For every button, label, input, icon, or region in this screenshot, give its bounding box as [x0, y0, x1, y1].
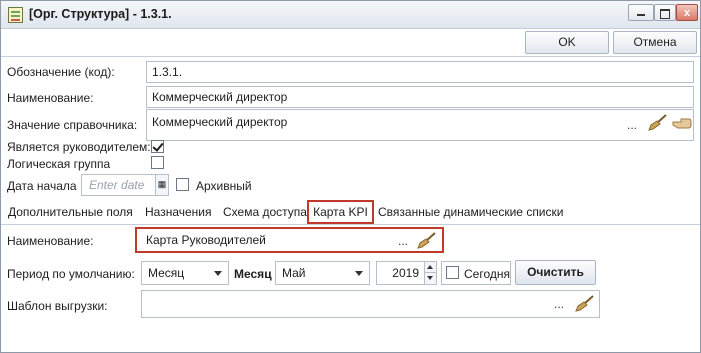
clear-button[interactable]: Очистить — [515, 260, 596, 285]
period-value: Месяц — [148, 266, 185, 280]
ok-button[interactable]: OK — [525, 31, 609, 54]
logical-group-label: Логическая группа — [7, 157, 111, 171]
kpi-name-field[interactable]: Карта Руководителей ... — [135, 227, 444, 253]
calendar-icon[interactable]: ▦ — [155, 174, 169, 196]
spin-up-icon[interactable] — [424, 262, 436, 273]
minimize-button[interactable] — [628, 4, 654, 21]
template-label: Шаблон выгрузки: — [7, 299, 108, 313]
ref-select-dots[interactable]: ... — [627, 118, 637, 132]
archived-label: Архивный — [196, 179, 252, 193]
broom-icon[interactable] — [575, 294, 595, 312]
code-field[interactable]: 1.3.1. — [146, 61, 694, 83]
chevron-down-icon — [214, 271, 222, 276]
name-field[interactable]: Коммерческий директор — [146, 86, 694, 108]
today-label: Сегодня — [464, 267, 510, 281]
app-icon — [8, 7, 23, 23]
broom-icon[interactable] — [417, 231, 437, 249]
tab-access-scheme[interactable]: Схема доступа — [223, 205, 307, 219]
name-label: Наименование: — [7, 91, 94, 105]
is-head-label: Является руководителем: — [7, 140, 151, 154]
month-value: Май — [282, 266, 306, 280]
window-title: [Орг. Структура] - 1.3.1. — [29, 7, 172, 21]
maximize-button[interactable] — [654, 4, 676, 21]
spin-down-icon[interactable] — [424, 273, 436, 284]
tab-linked-lists[interactable]: Связанные динамические списки — [378, 205, 563, 219]
broom-icon[interactable] — [648, 113, 668, 131]
ref-label: Значение справочника: — [7, 118, 138, 132]
period-select[interactable]: Месяц — [141, 261, 229, 285]
close-button[interactable]: x — [676, 4, 698, 21]
tab-assignments[interactable]: Назначения — [145, 205, 212, 219]
tab-kpi-map[interactable]: Карта KPI — [307, 200, 374, 224]
period-label: Период по умолчанию: — [7, 267, 135, 281]
template-select-dots[interactable]: ... — [554, 297, 564, 311]
cancel-button[interactable]: Отмена — [613, 31, 697, 54]
ref-field[interactable]: Коммерческий директор — [146, 109, 694, 141]
kpi-name-label: Наименование: — [7, 234, 94, 248]
kpi-select-dots[interactable]: ... — [398, 234, 408, 248]
chevron-down-icon — [355, 271, 363, 276]
start-date-input[interactable]: Enter date — [81, 174, 156, 196]
template-field[interactable] — [141, 290, 600, 318]
ref-value: Коммерческий директор — [152, 115, 288, 129]
code-label: Обозначение (код): — [7, 65, 115, 79]
close-icon: x — [683, 7, 691, 19]
is-head-checkbox[interactable] — [151, 140, 164, 153]
hand-pointer-icon[interactable] — [672, 116, 692, 130]
tab-additional-fields[interactable]: Дополнительные поля — [8, 205, 133, 219]
today-toggle[interactable]: Сегодня — [441, 261, 511, 285]
logical-group-checkbox[interactable] — [151, 156, 164, 169]
dialog-window: [Орг. Структура] - 1.3.1. x OK Отмена Об… — [0, 0, 701, 353]
start-date-label: Дата начала — [7, 179, 77, 193]
month-select[interactable]: Май — [275, 261, 370, 285]
title-bar[interactable]: [Орг. Структура] - 1.3.1. x — [1, 1, 700, 29]
archived-checkbox[interactable] — [176, 178, 189, 191]
kpi-name-value: Карта Руководителей — [146, 233, 266, 247]
today-checkbox[interactable] — [446, 266, 459, 279]
month-label: Месяц — [234, 267, 272, 281]
